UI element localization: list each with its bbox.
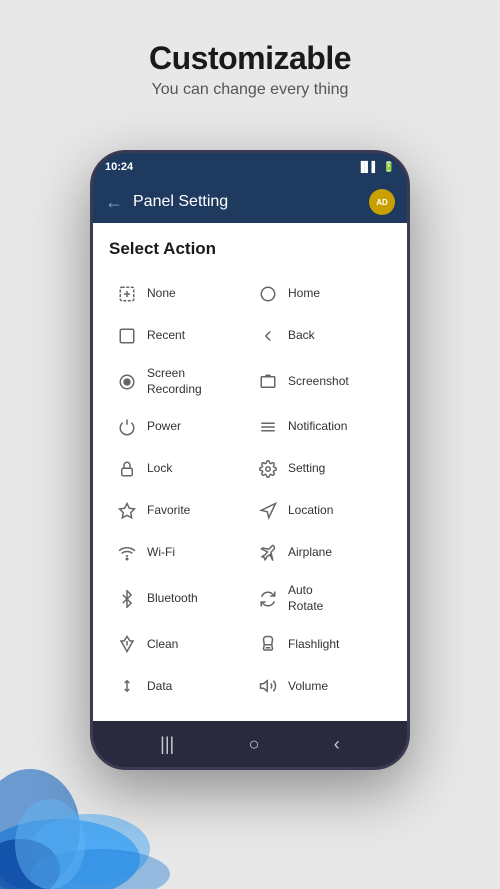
home-label: Home (288, 286, 320, 302)
modal-title: Select Action (109, 239, 391, 259)
auto-rotate-label: AutoRotate (288, 583, 323, 614)
phone-frame: 10:24 ▐▌▌ 🔋 ← Panel Setting AD Select Ac… (90, 150, 410, 770)
action-location[interactable]: Location (250, 490, 391, 532)
setting-icon (256, 457, 280, 481)
recent-icon (115, 324, 139, 348)
power-icon (115, 415, 139, 439)
ad-badge: AD (369, 189, 395, 215)
volume-label: Volume (288, 679, 328, 695)
wifi-label: Wi-Fi (147, 545, 175, 561)
nav-menu-button[interactable]: ||| (160, 734, 174, 755)
lock-icon (115, 457, 139, 481)
signal-icon: ▐▌▌ (357, 162, 378, 173)
none-icon (115, 282, 139, 306)
screenshot-label: Screenshot (288, 374, 349, 390)
action-notification[interactable]: Notification (250, 406, 391, 448)
auto-rotate-icon (256, 587, 280, 611)
notification-label: Notification (288, 419, 347, 435)
top-bar-title: Panel Setting (133, 193, 359, 211)
none-label: None (147, 286, 176, 302)
action-data[interactable]: Data (109, 665, 250, 707)
screen-recording-label: ScreenRecording (147, 366, 202, 397)
location-label: Location (288, 503, 333, 519)
recent-label: Recent (147, 328, 185, 344)
page-title: Customizable (0, 40, 500, 77)
bluetooth-icon (115, 587, 139, 611)
wifi-icon (115, 541, 139, 565)
action-auto-rotate[interactable]: AutoRotate (250, 574, 391, 623)
action-back[interactable]: Back (250, 315, 391, 357)
airplane-icon (256, 541, 280, 565)
nav-home-button[interactable]: ○ (249, 734, 260, 755)
clean-icon (115, 632, 139, 656)
action-bluetooth[interactable]: Bluetooth (109, 574, 250, 623)
top-bar: ← Panel Setting AD (93, 181, 407, 223)
action-wifi[interactable]: Wi-Fi (109, 532, 250, 574)
flashlight-icon (256, 632, 280, 656)
favorite-icon (115, 499, 139, 523)
setting-label: Setting (288, 461, 325, 477)
power-label: Power (147, 419, 181, 435)
action-screen-recording[interactable]: ScreenRecording (109, 357, 250, 406)
battery-icon: 🔋 (383, 162, 395, 173)
action-power[interactable]: Power (109, 406, 250, 448)
screenshot-icon (256, 370, 280, 394)
volume-icon (256, 674, 280, 698)
page-subtitle: You can change every thing (0, 81, 500, 99)
header-section: Customizable You can change every thing (0, 0, 500, 119)
actions-grid: None Home (109, 273, 391, 707)
action-lock[interactable]: Lock (109, 448, 250, 490)
notification-icon (256, 415, 280, 439)
airplane-label: Airplane (288, 545, 332, 561)
bluetooth-label: Bluetooth (147, 591, 198, 607)
status-icons: ▐▌▌ 🔋 (357, 162, 395, 173)
phone-nav-bar: ||| ○ ‹ (93, 721, 407, 767)
action-home[interactable]: Home (250, 273, 391, 315)
page-background: Customizable You can change every thing … (0, 0, 500, 889)
action-flashlight[interactable]: Flashlight (250, 623, 391, 665)
phone-screen: 10:24 ▐▌▌ 🔋 ← Panel Setting AD Select Ac… (93, 153, 407, 767)
action-volume[interactable]: Volume (250, 665, 391, 707)
clean-label: Clean (147, 637, 178, 653)
action-clean[interactable]: Clean (109, 623, 250, 665)
action-setting[interactable]: Setting (250, 448, 391, 490)
home-icon (256, 282, 280, 306)
action-recent[interactable]: Recent (109, 315, 250, 357)
back-icon (256, 324, 280, 348)
data-icon (115, 674, 139, 698)
screen-recording-icon (115, 370, 139, 394)
lock-label: Lock (147, 461, 172, 477)
nav-back-button[interactable]: ‹ (334, 734, 340, 755)
modal-card: Select Action None (93, 223, 407, 723)
status-time: 10:24 (105, 161, 133, 173)
back-label: Back (288, 328, 315, 344)
action-airplane[interactable]: Airplane (250, 532, 391, 574)
location-icon (256, 499, 280, 523)
status-bar: 10:24 ▐▌▌ 🔋 (93, 153, 407, 181)
back-button[interactable]: ← (105, 192, 123, 213)
action-none[interactable]: None (109, 273, 250, 315)
flashlight-label: Flashlight (288, 637, 339, 653)
action-screenshot[interactable]: Screenshot (250, 357, 391, 406)
data-label: Data (147, 679, 172, 695)
modal-overlay: Select Action None (93, 223, 407, 767)
favorite-label: Favorite (147, 503, 190, 519)
action-favorite[interactable]: Favorite (109, 490, 250, 532)
